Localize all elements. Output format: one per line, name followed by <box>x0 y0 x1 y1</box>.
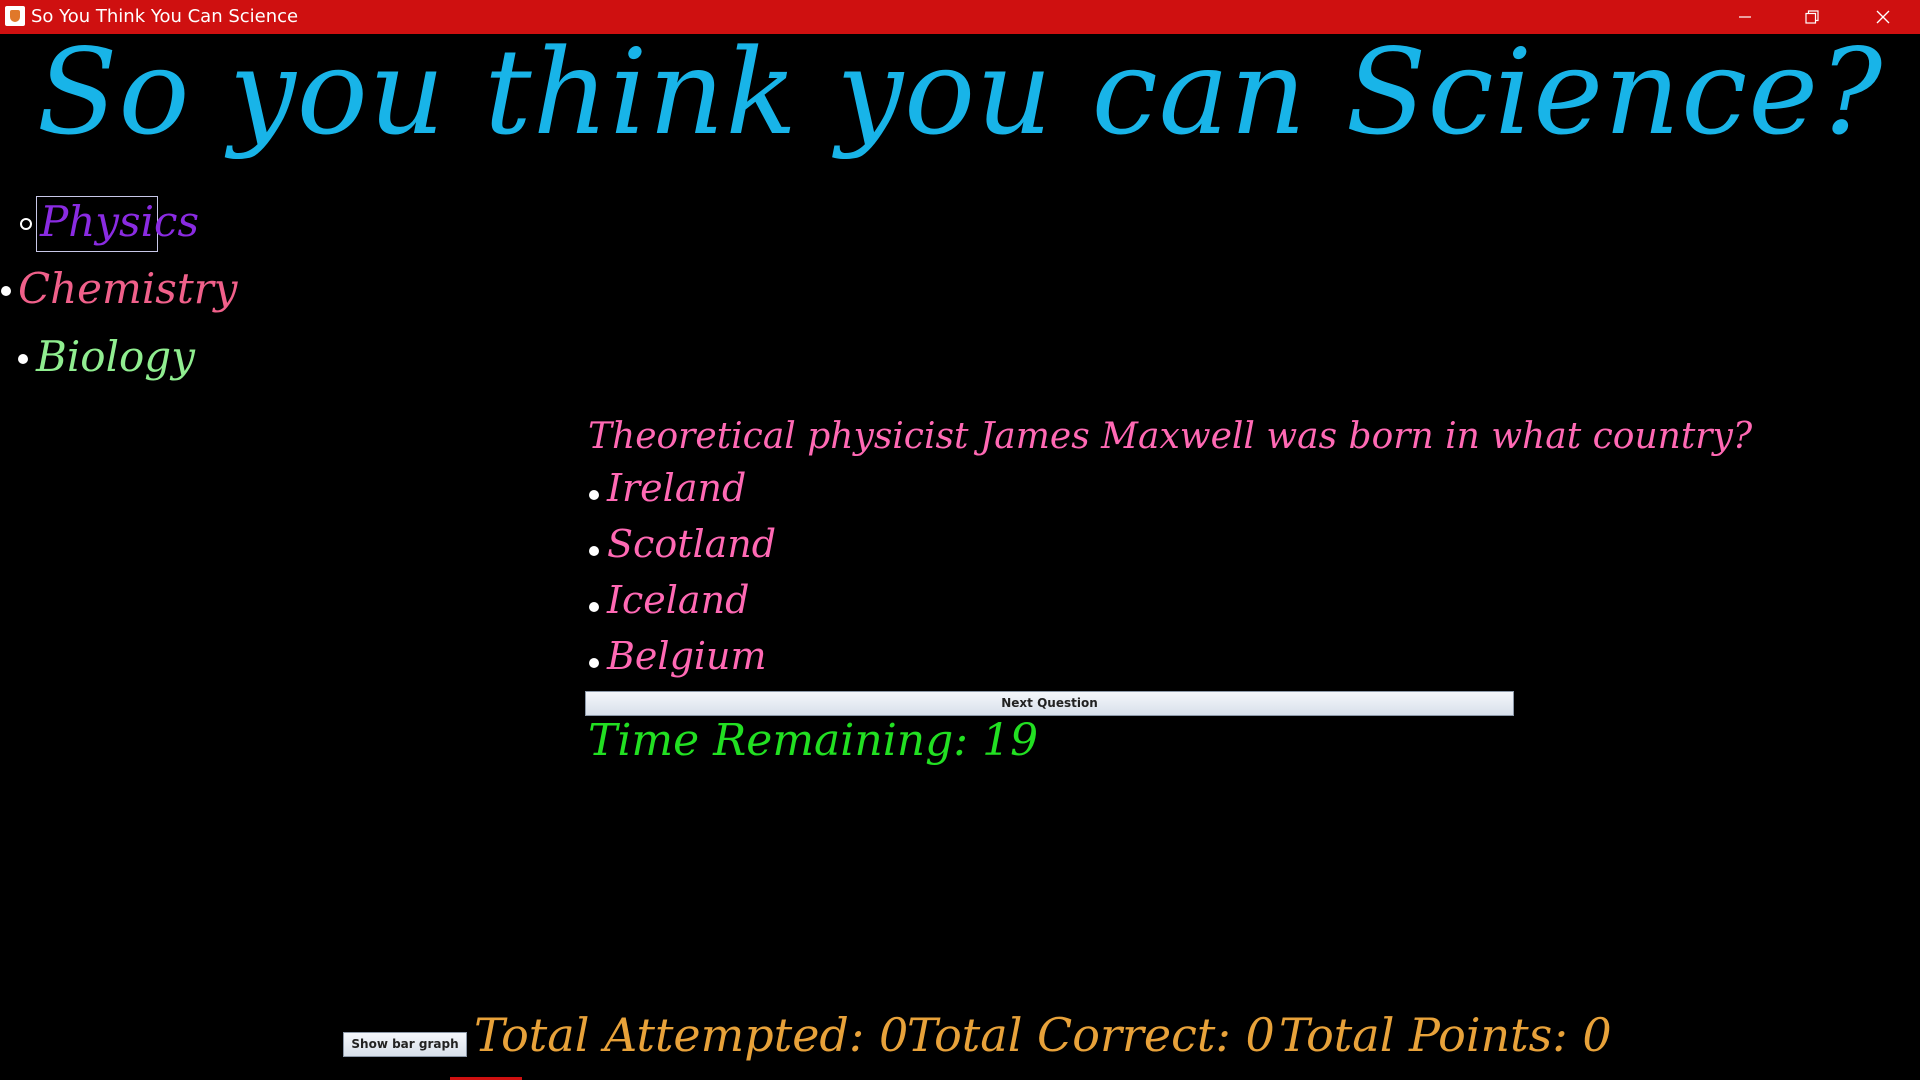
page-heading: So you think you can Science? <box>36 23 1884 161</box>
total-points: Total Points: 0 <box>1279 1008 1612 1062</box>
question-text: Theoretical physicist James Maxwell was … <box>588 416 1753 457</box>
answer-label: Iceland <box>607 578 750 622</box>
answer-radio[interactable] <box>589 602 599 612</box>
answer-radio[interactable] <box>589 546 599 556</box>
total-attempted: Total Attempted: 0 <box>474 1008 909 1062</box>
time-remaining: Time Remaining: 19 <box>588 715 1039 766</box>
category-label: Chemistry <box>18 264 238 313</box>
minimize-icon <box>1739 16 1751 18</box>
close-icon <box>1876 10 1890 24</box>
next-question-button[interactable]: Next Question <box>585 691 1514 716</box>
answer-radio[interactable] <box>589 658 599 668</box>
biology-radio[interactable] <box>18 354 28 364</box>
category-label: Physics <box>40 197 200 246</box>
chemistry-radio[interactable] <box>1 286 11 296</box>
category-label: Biology <box>36 332 195 381</box>
answer-label: Belgium <box>607 634 767 678</box>
physics-radio[interactable] <box>20 218 32 230</box>
restore-icon <box>1805 10 1819 24</box>
java-app-icon <box>5 6 25 26</box>
answer-label: Ireland <box>607 466 747 510</box>
answer-radio[interactable] <box>589 490 599 500</box>
total-correct: Total Correct: 0 <box>907 1008 1275 1062</box>
answer-label: Scotland <box>607 522 777 566</box>
show-bar-graph-button[interactable]: Show bar graph <box>343 1032 467 1057</box>
